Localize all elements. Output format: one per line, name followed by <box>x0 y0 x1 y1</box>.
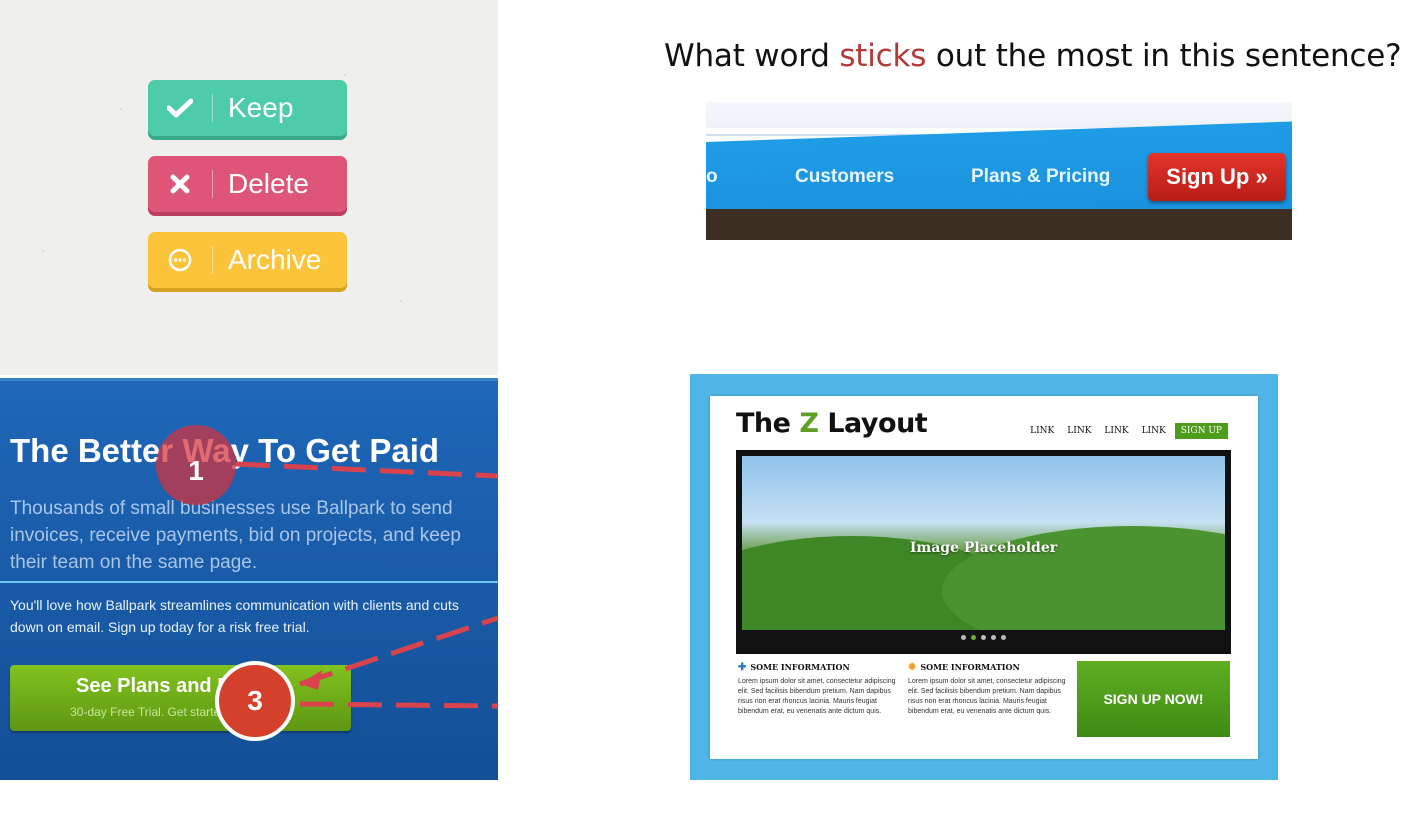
question-highlight: sticks <box>839 38 927 74</box>
question-heading: What word sticks out the most in this se… <box>664 38 1402 74</box>
slider-dot-active[interactable] <box>971 635 976 640</box>
x-icon <box>148 174 212 194</box>
checkmark-icon <box>148 98 212 118</box>
image-slider: Image Placeholder <box>736 450 1231 654</box>
sign-up-button[interactable]: Sign Up » <box>1148 153 1286 201</box>
image-placeholder-label: Image Placeholder <box>909 540 1058 556</box>
separator <box>212 246 213 274</box>
archive-button[interactable]: Archive <box>148 232 347 288</box>
slider-dot[interactable] <box>1001 635 1006 640</box>
logo-z: Z <box>799 408 819 439</box>
action-buttons-panel: Keep Delete Archive <box>0 0 498 375</box>
ballpark-hero-panel: The Better Way To Get Paid Thousands of … <box>0 378 498 780</box>
logo-post: Layout <box>818 408 928 439</box>
keep-button[interactable]: Keep <box>148 80 347 136</box>
info-title: SOME INFORMATION <box>920 662 1020 672</box>
slider-dot[interactable] <box>981 635 986 640</box>
keep-label: Keep <box>228 92 294 123</box>
nav-item-customers[interactable]: Customers <box>795 166 894 188</box>
sun-icon: ✹ <box>908 662 917 673</box>
eye-path-marker-3: 3 <box>215 661 295 741</box>
header-sign-up-button[interactable]: SIGN UP <box>1174 423 1228 439</box>
question-after: out the most in this sentence? <box>926 38 1402 74</box>
slider-dots <box>736 635 1231 640</box>
header-link[interactable]: LINK <box>1104 426 1128 436</box>
sign-up-now-button[interactable]: SIGN UP NOW! <box>1077 661 1230 737</box>
z-layout-card: The Z Layout LINK LINK LINK LINK SIGN UP… <box>710 396 1258 759</box>
z-layout-panel: The Z Layout LINK LINK LINK LINK SIGN UP… <box>690 374 1278 780</box>
nav-screenshot: o Customers Plans & Pricing Sign Up » <box>706 102 1292 240</box>
nav-item-partial[interactable]: o <box>706 166 718 188</box>
header-links: LINK LINK LINK LINK SIGN UP <box>1017 423 1228 439</box>
slider-dot[interactable] <box>961 635 966 640</box>
delete-label: Delete <box>228 168 309 199</box>
info-column-2: ✹ SOME INFORMATION Lorem ipsum dolor sit … <box>908 662 1068 717</box>
info-title: SOME INFORMATION <box>750 662 850 672</box>
header-link[interactable]: LINK <box>1067 426 1091 436</box>
separator <box>212 94 213 122</box>
info-text: Lorem ipsum dolor sit amet, consectetur … <box>908 678 1066 715</box>
archive-label: Archive <box>228 244 322 275</box>
separator <box>212 170 213 198</box>
plus-icon: ✚ <box>738 662 747 673</box>
nav-item-plans-pricing[interactable]: Plans & Pricing <box>971 166 1110 188</box>
z-layout-logo: The Z Layout <box>736 408 928 439</box>
header-link[interactable]: LINK <box>1142 426 1166 436</box>
header-link[interactable]: LINK <box>1030 426 1054 436</box>
footer-strip <box>706 209 1292 240</box>
ellipsis-circle-icon <box>148 248 212 272</box>
logo-pre: The <box>736 408 800 439</box>
delete-button[interactable]: Delete <box>148 156 347 212</box>
info-column-1: ✚ SOME INFORMATION Lorem ipsum dolor sit … <box>738 662 898 717</box>
question-before: What word <box>664 38 840 74</box>
landscape-image: Image Placeholder <box>742 456 1225 630</box>
slider-dot[interactable] <box>991 635 996 640</box>
eye-path-marker-1: 1 <box>156 425 236 505</box>
info-text: Lorem ipsum dolor sit amet, consectetur … <box>738 678 896 715</box>
